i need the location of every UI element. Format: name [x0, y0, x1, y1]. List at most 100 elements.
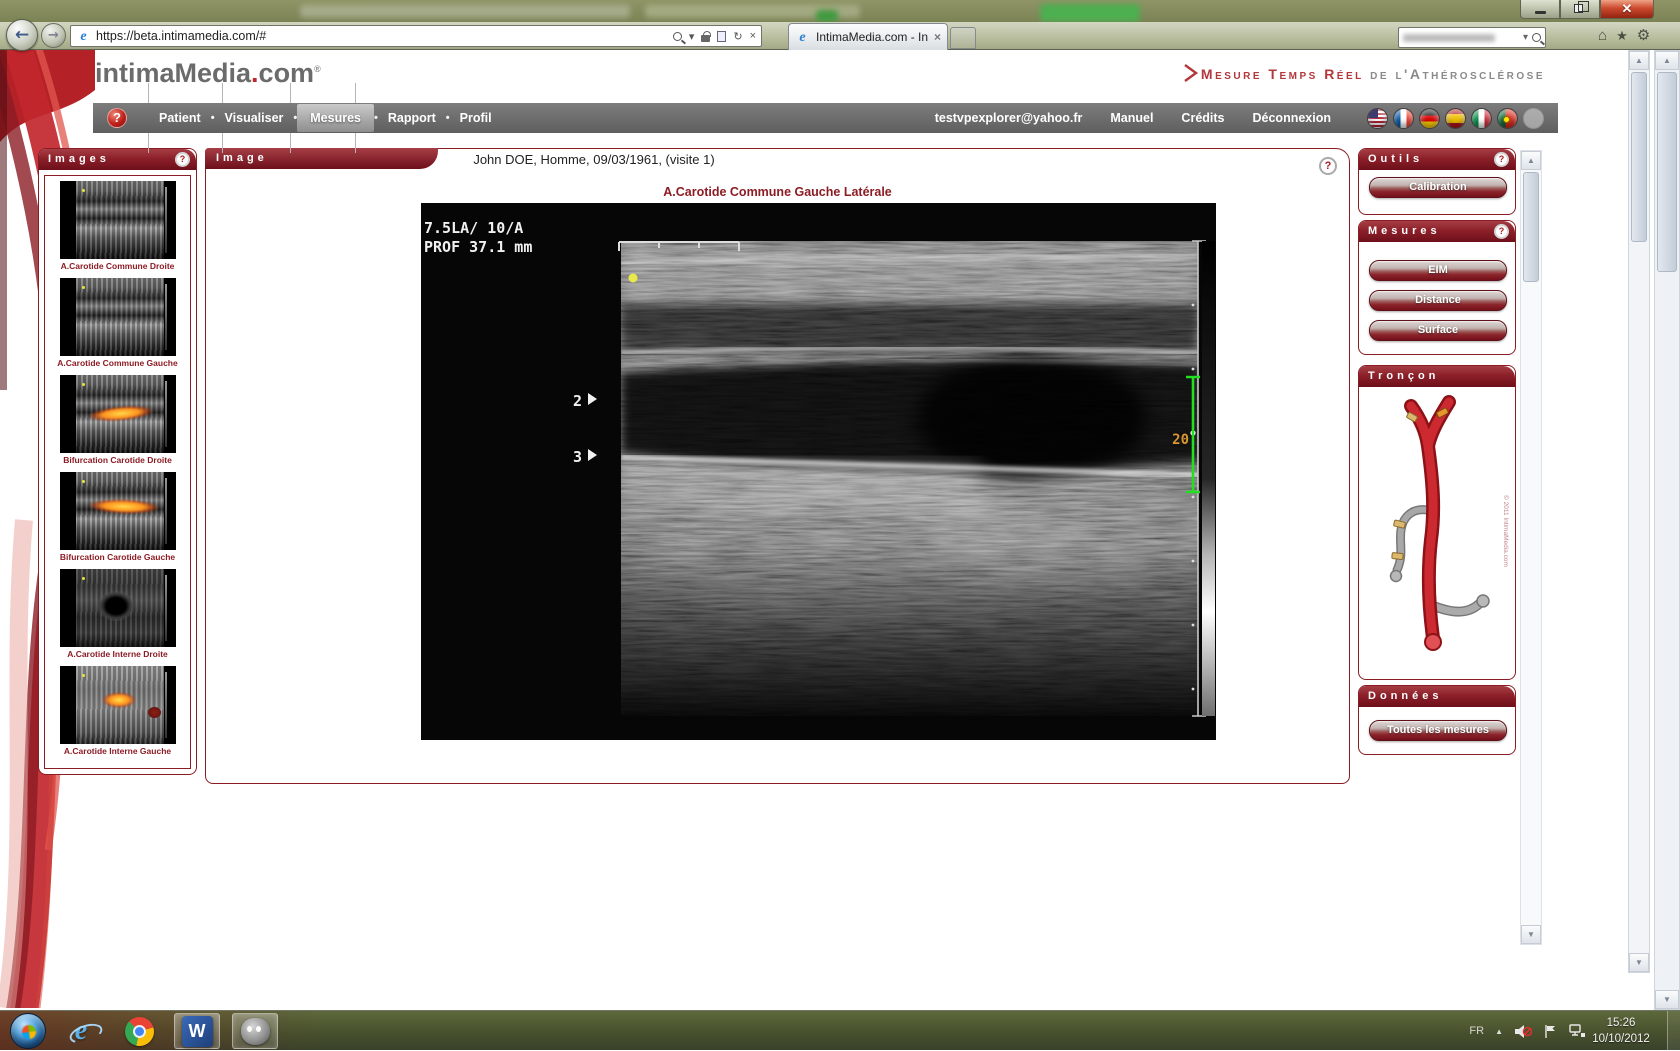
close-button[interactable]: ✕ [1600, 0, 1654, 19]
user-email: testvpexplorer@yahoo.fr [935, 111, 1083, 125]
surface-button[interactable]: Surface [1369, 320, 1507, 341]
language-indicator[interactable]: FR [1469, 1025, 1484, 1037]
scroll-down-icon[interactable]: ▼ [1655, 990, 1679, 1009]
artery-diagram[interactable]: © 2011 IntimaMedia.com [1363, 390, 1513, 677]
tab-close-icon[interactable]: × [934, 31, 941, 43]
tools-panel: Outils? Calibration [1358, 148, 1516, 215]
thumbnail-carotide-commune-gauche[interactable] [60, 278, 176, 356]
tab-title: IntimaMedia.com - Intellig... [816, 30, 928, 44]
nav-link-manuel[interactable]: Manuel [1110, 111, 1153, 125]
help-icon[interactable]: ? [1494, 224, 1509, 239]
browser-tab[interactable]: e IntimaMedia.com - Intellig... × [788, 23, 948, 50]
blurred-accent [816, 10, 838, 22]
language-flag-inactive [1523, 108, 1544, 129]
browser-search-box[interactable]: ▾ [1398, 27, 1546, 48]
window-controls: ✕ [1520, 0, 1654, 20]
language-flag-es[interactable] [1445, 108, 1466, 129]
sidebar-scrollbar[interactable]: ▲ ▼ [1520, 150, 1542, 945]
nav-item-rapport[interactable]: Rapport [378, 111, 446, 125]
volume-muted-icon[interactable] [1514, 1024, 1532, 1039]
forward-button[interactable]: → [41, 23, 66, 48]
gimp-icon [241, 1018, 270, 1045]
nav-item-mesures[interactable]: Mesures [297, 104, 374, 132]
window-scrollbar[interactable]: ▲ ▼ [1654, 50, 1680, 1010]
distance-button[interactable]: Distance [1369, 290, 1507, 311]
address-bar[interactable]: e https://beta.intimamedia.com/# ▾ ↻ × [70, 25, 762, 47]
language-flag-de[interactable] [1419, 108, 1440, 129]
scroll-up-icon[interactable]: ▲ [1629, 51, 1649, 70]
site-logo[interactable]: intimaMedia.com® [95, 58, 321, 89]
scroll-up-icon[interactable]: ▲ [1655, 51, 1679, 70]
language-flag-it[interactable] [1471, 108, 1492, 129]
date: 10/10/2012 [1584, 1031, 1658, 1047]
tab-favicon: e [795, 30, 810, 45]
taskbar-item-word[interactable]: W [174, 1013, 220, 1049]
start-button[interactable] [10, 1013, 46, 1049]
search-icon[interactable] [673, 32, 682, 41]
back-button[interactable]: ← [6, 19, 38, 51]
help-icon[interactable]: ? [175, 152, 190, 167]
search-caret-icon[interactable]: ▾ [689, 30, 695, 43]
scroll-down-icon[interactable]: ▼ [1629, 953, 1649, 972]
nav-item-profil[interactable]: Profil [450, 111, 502, 125]
image-title: A.Carotide Commune Gauche Latérale [206, 185, 1349, 199]
scrollbar-thumb[interactable] [1657, 72, 1677, 272]
home-icon[interactable]: ⌂ [1598, 26, 1607, 46]
content-scrollbar[interactable]: ▲ ▼ [1628, 50, 1650, 973]
thumbnail-carotide-interne-gauche[interactable] [60, 666, 176, 744]
language-flag-fr[interactable] [1393, 108, 1414, 129]
thumbnail-bifurcation-droite[interactable] [60, 375, 176, 453]
close-icon: ✕ [1601, 1, 1653, 17]
gear-icon[interactable]: ⚙ [1637, 26, 1650, 46]
favorites-star-icon[interactable]: ★ [1616, 26, 1628, 46]
help-icon[interactable]: ? [1319, 157, 1337, 175]
action-center-flag-icon[interactable] [1543, 1024, 1558, 1039]
word-icon: W [182, 1016, 213, 1047]
thumbnail-carotide-commune-droite[interactable] [60, 181, 176, 259]
taskbar-clock[interactable]: 15:26 10/10/2012 [1584, 1015, 1658, 1047]
thumbnail-list: A.Carotide Commune Droite A.Carotide Com… [44, 175, 191, 769]
url-text[interactable]: https://beta.intimamedia.com/# [96, 29, 266, 43]
all-measures-button[interactable]: Toutes les mesures [1369, 720, 1507, 741]
desktop-background-strip [0, 0, 1680, 22]
search-box-magnifier-icon[interactable] [1532, 33, 1541, 42]
language-flag-us[interactable] [1367, 108, 1388, 129]
stop-icon[interactable]: × [750, 30, 756, 42]
minimize-button[interactable] [1520, 0, 1560, 19]
taskbar-item-image-editor[interactable] [232, 1013, 278, 1049]
taskbar-item-browser[interactable] [116, 1013, 162, 1049]
thumbnail-bifurcation-gauche[interactable] [60, 472, 176, 550]
scroll-up-icon[interactable]: ▲ [1521, 151, 1541, 170]
nav-bullet: • [293, 112, 297, 124]
eim-button[interactable]: EIM [1369, 260, 1507, 281]
restore-button[interactable] [1560, 0, 1600, 19]
nav-link-credits[interactable]: Crédits [1181, 111, 1224, 125]
scrollbar-thumb[interactable] [1523, 172, 1539, 282]
list-item: Bifurcation Carotide Droite [45, 375, 190, 465]
list-item: A.Carotide Commune Droite [45, 181, 190, 271]
nav-item-visualiser[interactable]: Visualiser [215, 111, 294, 125]
taskbar-item-ie[interactable]: e [58, 1013, 104, 1049]
search-box-caret-icon[interactable]: ▾ [1523, 32, 1528, 43]
scroll-down-icon[interactable]: ▼ [1521, 925, 1541, 944]
calibration-button[interactable]: Calibration [1369, 177, 1507, 198]
language-flag-pt[interactable] [1497, 108, 1518, 129]
compatibility-view-icon[interactable] [717, 31, 726, 42]
nav-item-patient[interactable]: Patient [149, 111, 211, 125]
nav-bullet: • [374, 112, 378, 124]
nav-link-deconnexion[interactable]: Déconnexion [1253, 111, 1332, 125]
yellow-marker-dot [629, 274, 638, 283]
troncon-panel-header: Tronçon [1359, 366, 1515, 387]
nav-help-button[interactable]: ? [107, 108, 127, 128]
ultrasound-image[interactable]: 7.5LA/ 10/A PROF 37.1 mm 2 3 20 [421, 203, 1216, 740]
refresh-icon[interactable]: ↻ [733, 30, 742, 43]
scrollbar-thumb[interactable] [1631, 72, 1647, 242]
back-icon: ← [15, 25, 29, 45]
help-icon[interactable]: ? [1494, 152, 1509, 167]
thumbnail-carotide-interne-droite[interactable] [60, 569, 176, 647]
new-tab-button[interactable] [950, 27, 976, 49]
show-desktop-button[interactable] [1667, 1011, 1680, 1051]
depth-label: PROF 37.1 mm [424, 238, 532, 256]
show-hidden-icons-icon[interactable]: ▲ [1495, 1027, 1503, 1036]
list-item: A.Carotide Commune Gauche [45, 278, 190, 368]
